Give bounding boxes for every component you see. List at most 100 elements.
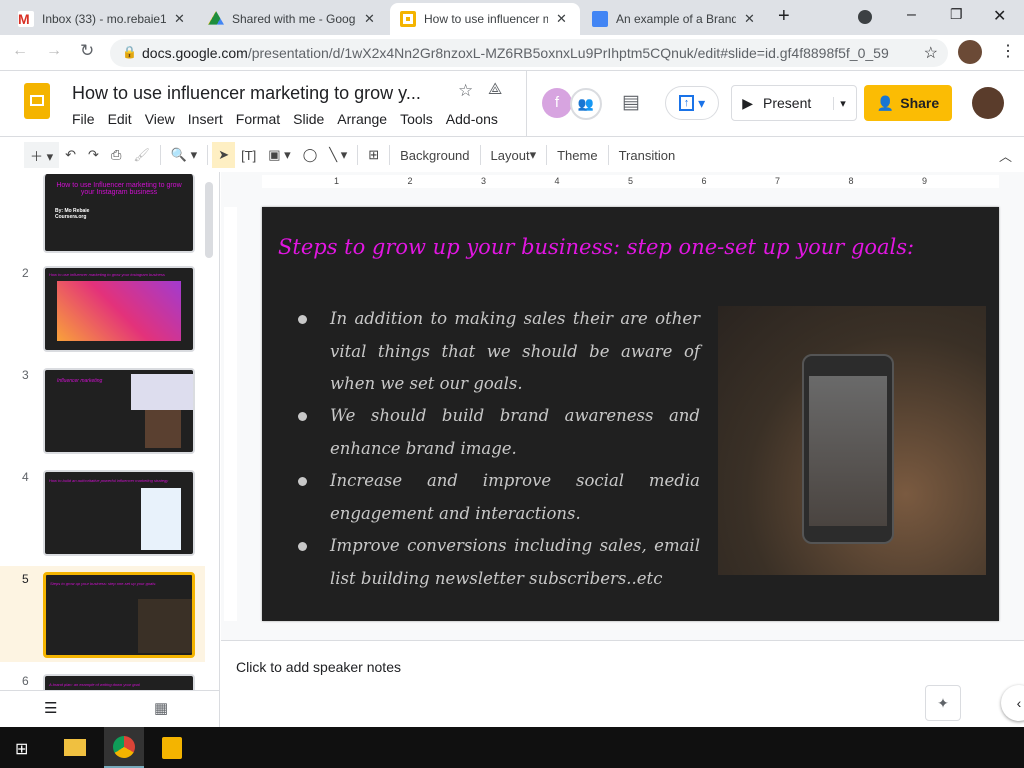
horizontal-ruler[interactable]: 1 2 3 4 5 6 7 8 9	[262, 175, 999, 188]
close-window-button[interactable]: ✕	[993, 6, 1006, 26]
slides-taskbar-icon[interactable]	[162, 737, 182, 759]
chrome-taskbar-icon[interactable]	[104, 727, 144, 768]
ruler-label: 2	[407, 176, 413, 186]
divider	[357, 145, 359, 165]
select-tool-icon[interactable]: ➤	[212, 142, 236, 168]
filmstrip-scrollbar[interactable]	[205, 182, 213, 258]
redo-icon[interactable]: ↷	[82, 142, 105, 168]
slide[interactable]: Steps to grow up your business: step one…	[262, 207, 999, 621]
ruler-label: 1	[334, 176, 340, 186]
layout-button[interactable]: Layout ▾	[485, 142, 543, 168]
vertical-ruler[interactable]	[224, 207, 237, 621]
tab-drive[interactable]: Shared with me - Goog ✕	[198, 3, 385, 35]
speaker-notes[interactable]: Click to add speaker notes ✦ ‹	[221, 640, 1024, 727]
shape-icon[interactable]: ◯	[297, 142, 324, 168]
menu-file[interactable]: File	[72, 111, 95, 127]
bullet-item[interactable]: We should build brand awareness and enha…	[298, 400, 700, 465]
file-explorer-icon[interactable]	[64, 739, 86, 756]
slide-thumbnail-6[interactable]: A brand plan: an example of writing down…	[43, 674, 195, 690]
present-button[interactable]: ▶ Present ▾	[731, 85, 857, 121]
slides-logo-icon[interactable]	[24, 83, 50, 119]
ruler-label: 4	[554, 176, 560, 186]
paint-format-icon[interactable]: 🖌	[127, 142, 156, 168]
slide-thumbnail-5[interactable]: Steps to grow up your business: step one…	[43, 572, 195, 658]
share-button[interactable]: 👤 Share	[864, 85, 952, 121]
add-comment-icon[interactable]: ⊞	[362, 142, 385, 168]
close-icon[interactable]: ✕	[174, 11, 185, 27]
star-icon[interactable]: ☆	[458, 81, 473, 101]
present-dropdown-icon[interactable]: ▾	[833, 96, 846, 110]
bookmark-star-icon[interactable]: ☆	[924, 43, 938, 63]
new-slide-button[interactable]: ＋ ▾	[24, 142, 60, 168]
menu-format[interactable]: Format	[236, 111, 280, 127]
move-to-drive-icon[interactable]: ⟁	[488, 81, 502, 99]
print-icon[interactable]: ⎙	[105, 142, 127, 168]
phone-in-hand-photo[interactable]	[718, 306, 986, 575]
theme-button[interactable]: Theme	[551, 142, 603, 168]
collapse-toolbar-icon[interactable]: ︿	[999, 146, 1012, 165]
browser-menu-icon[interactable]: ⋮	[1000, 41, 1016, 61]
windows-start-icon[interactable]: ⊞	[15, 739, 28, 759]
bullet-item[interactable]: Increase and improve social media engage…	[298, 465, 700, 530]
present-icon: ▶	[742, 94, 753, 111]
account-avatar[interactable]	[972, 87, 1004, 119]
line-icon[interactable]: ╲ ▾	[323, 142, 353, 168]
close-icon[interactable]: ✕	[556, 11, 567, 27]
close-icon[interactable]: ✕	[364, 11, 375, 27]
minimize-button[interactable]: –	[907, 6, 916, 24]
forward-button[interactable]: →	[46, 42, 62, 60]
thumbnail-image	[138, 599, 192, 653]
tab-docs[interactable]: An example of a Brand ✕	[582, 3, 765, 35]
slide-thumbnail-3[interactable]: Influencer marketing	[43, 368, 195, 454]
phone-screen	[809, 376, 887, 526]
image-icon[interactable]: ▣ ▾	[262, 142, 296, 168]
profile-avatar[interactable]	[958, 40, 982, 64]
menu-view[interactable]: View	[145, 111, 175, 127]
url-input[interactable]: 🔒 docs.google.com/presentation/d/1wX2x4N…	[110, 39, 948, 67]
address-bar: ← → ↻ 🔒 docs.google.com/presentation/d/1…	[0, 35, 1024, 71]
menu-tools[interactable]: Tools	[400, 111, 433, 127]
new-tab-button[interactable]: +	[778, 5, 790, 28]
divider	[546, 145, 548, 165]
explore-icon[interactable]: ✦	[925, 685, 961, 721]
background-button[interactable]: Background	[394, 142, 475, 168]
lock-icon: 🔒	[122, 45, 137, 59]
side-panel-toggle-icon[interactable]: ‹	[1001, 685, 1024, 721]
tab-gmail[interactable]: M Inbox (33) - mo.rebaie1 ✕	[8, 3, 195, 35]
document-title[interactable]: How to use influencer marketing to grow …	[72, 83, 421, 104]
app-header: How to use influencer marketing to grow …	[0, 71, 1024, 137]
menu-addons[interactable]: Add-ons	[446, 111, 498, 127]
slide-title[interactable]: Steps to grow up your business: step one…	[278, 235, 914, 259]
transition-button[interactable]: Transition	[613, 142, 682, 168]
tab-search-icon[interactable]	[858, 10, 872, 24]
text-box-icon[interactable]: [T]	[235, 142, 262, 168]
bullet-item[interactable]: In addition to making sales their are ot…	[298, 303, 700, 401]
menu-arrange[interactable]: Arrange	[337, 111, 387, 127]
divider	[607, 145, 609, 165]
reload-button[interactable]: ↻	[80, 41, 94, 61]
menu-insert[interactable]: Insert	[188, 111, 223, 127]
maximize-button[interactable]: ❐	[950, 6, 963, 23]
menu-edit[interactable]: Edit	[108, 111, 132, 127]
undo-icon[interactable]: ↶	[59, 142, 82, 168]
filmstrip-view-icon[interactable]: ☰	[44, 699, 57, 717]
menu-slide[interactable]: Slide	[293, 111, 324, 127]
slide-thumbnail-2[interactable]: How to use influencer marketing to grow …	[43, 266, 195, 352]
slides-icon	[400, 11, 416, 27]
bullet-item[interactable]: Improve conversions including sales, ema…	[298, 530, 700, 595]
windows-taskbar: ⊞	[0, 727, 1024, 768]
drive-icon	[208, 11, 224, 25]
comments-icon[interactable]: ▤	[622, 91, 640, 114]
meeting-present-button[interactable]: ↑ ▾	[665, 86, 719, 120]
zoom-icon[interactable]: 🔍 ▾	[165, 142, 203, 168]
grid-view-icon[interactable]: ▦	[154, 699, 168, 717]
gmail-icon: M	[18, 11, 34, 27]
close-icon[interactable]: ✕	[744, 11, 755, 27]
view-switcher: ☰ ▦	[0, 690, 220, 727]
show-all-collaborators-icon[interactable]: 👥	[570, 88, 602, 120]
slide-thumbnail-4[interactable]: How to build an authoritative powerful i…	[43, 470, 195, 556]
back-button[interactable]: ←	[12, 42, 28, 60]
tab-slides[interactable]: How to use influencer m ✕	[390, 3, 580, 35]
collaborator-avatar[interactable]: f	[542, 88, 572, 118]
slide-thumbnail-1[interactable]: How to use Influencer marketing to grow …	[43, 174, 195, 253]
